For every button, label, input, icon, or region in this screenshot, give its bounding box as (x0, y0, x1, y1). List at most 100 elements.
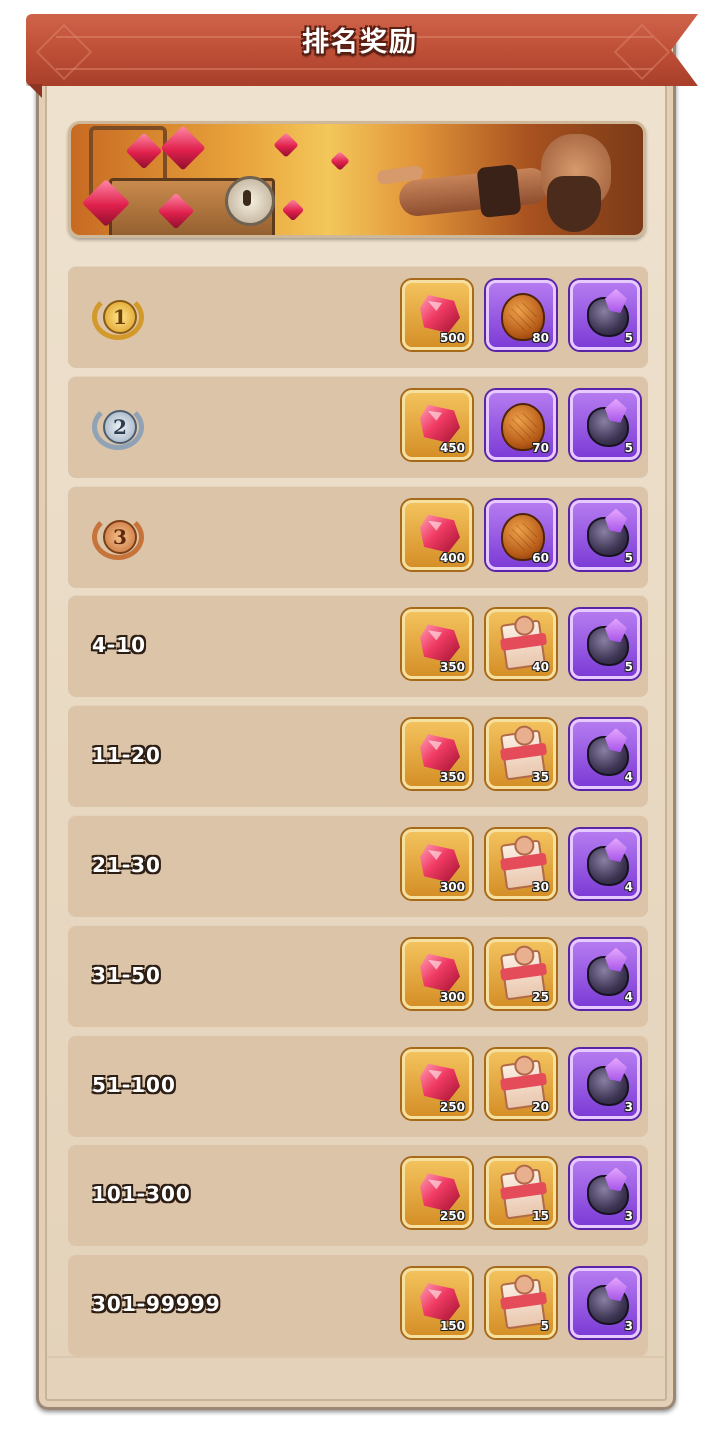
ranking-row: 11-20 350 35 4 (68, 705, 648, 808)
reward-list: 300 30 4 (402, 829, 640, 899)
reward-item[interactable]: 30 (486, 829, 556, 899)
reward-quantity: 70 (532, 440, 549, 455)
reward-quantity: 400 (439, 550, 465, 565)
rank-range-label: 101-300 (92, 1182, 191, 1207)
ruby-icon (420, 1283, 460, 1322)
reward-item[interactable]: 450 (402, 389, 472, 460)
reward-quantity: 25 (532, 989, 549, 1004)
reward-quantity: 5 (624, 550, 633, 565)
reward-item[interactable]: 70 (486, 389, 556, 460)
dark-stone-icon (587, 1285, 629, 1326)
ruby-icon (420, 1173, 460, 1212)
reward-quantity: 450 (439, 440, 465, 455)
ruby-icon (420, 734, 460, 773)
reward-quantity: 15 (532, 1209, 549, 1224)
reward-quantity: 5 (624, 660, 633, 675)
reward-quantity: 5 (624, 331, 633, 345)
reward-item[interactable]: 250 (402, 1158, 472, 1229)
reward-quantity: 3 (624, 1099, 633, 1114)
reward-item[interactable]: 3 (570, 1048, 640, 1119)
ranking-row: 51-100 250 20 3 (68, 1034, 648, 1137)
reward-list: 500 80 5 (402, 280, 640, 350)
reward-item[interactable]: 300 (402, 938, 472, 1009)
ruby-icon (420, 404, 460, 443)
reward-item[interactable]: 5 (570, 389, 640, 460)
rank-range-label: 21-30 (92, 853, 161, 877)
reward-item[interactable]: 3 (570, 1268, 640, 1339)
reward-quantity: 40 (532, 660, 549, 675)
reward-quantity: 250 (439, 1099, 465, 1114)
page-title: 排名奖励 (302, 27, 418, 58)
reward-item[interactable]: 15 (486, 1158, 556, 1229)
reward-item[interactable]: 20 (486, 1048, 556, 1119)
reward-item[interactable]: 400 (402, 499, 472, 570)
reward-item[interactable]: 500 (402, 280, 472, 350)
reward-item[interactable]: 350 (402, 609, 472, 680)
reward-list: 150 5 3 (402, 1268, 640, 1339)
reward-list: 350 35 4 (402, 719, 640, 790)
reward-quantity: 350 (439, 770, 465, 785)
panel-bottom-trim (46, 1356, 666, 1398)
ranking-row: 2 450 70 5 (68, 375, 648, 478)
reward-quantity: 500 (439, 331, 465, 345)
reward-item[interactable]: 5 (570, 280, 640, 350)
dark-stone-icon (587, 846, 629, 886)
reward-item[interactable]: 4 (570, 938, 640, 1009)
ranking-row: 4-10 350 40 5 (68, 595, 648, 698)
reward-item[interactable]: 35 (486, 719, 556, 790)
silver-medal-icon: 2 (92, 403, 144, 452)
ranking-row: 21-30 300 30 4 (68, 815, 648, 917)
reward-quantity: 250 (439, 1209, 465, 1224)
ruby-icon (281, 198, 305, 222)
bronze-medal-icon: 3 (92, 513, 144, 562)
reward-item[interactable]: 150 (402, 1268, 472, 1339)
reward-item[interactable]: 4 (570, 719, 640, 790)
ruby-icon (420, 953, 460, 992)
ruby-icon (420, 1063, 460, 1102)
ruby-icon (273, 132, 299, 158)
puzzle-scroll-icon (499, 1278, 547, 1330)
reward-item[interactable]: 5 (570, 499, 640, 570)
ruby-icon (330, 151, 350, 171)
reward-item[interactable]: 5 (570, 609, 640, 680)
reward-quantity: 4 (624, 880, 633, 894)
reward-item[interactable]: 40 (486, 609, 556, 680)
reward-quantity: 4 (624, 989, 633, 1004)
reward-item[interactable]: 3 (570, 1158, 640, 1229)
reward-item[interactable]: 300 (402, 829, 472, 899)
reward-item[interactable]: 4 (570, 829, 640, 899)
reward-quantity: 5 (624, 440, 633, 455)
ruby-icon (420, 624, 460, 663)
reward-quantity: 60 (532, 550, 549, 565)
reward-quantity: 5 (540, 1319, 549, 1334)
rank-range-label: 301-99999 (92, 1292, 221, 1317)
rank-range-label: 11-20 (92, 743, 161, 768)
dark-stone-icon (587, 955, 629, 996)
reward-item[interactable]: 350 (402, 719, 472, 790)
reward-item[interactable]: 25 (486, 938, 556, 1009)
reward-item[interactable]: 60 (486, 499, 556, 570)
reward-list: 400 60 5 (402, 499, 640, 570)
reward-list: 300 25 4 (402, 938, 640, 1009)
ranking-row: 101-300 250 15 3 (68, 1144, 648, 1247)
dark-stone-icon (587, 736, 629, 777)
barbarian-character (376, 132, 629, 235)
ranking-row: 31-50 300 25 4 (68, 924, 648, 1027)
dark-stone-icon (587, 406, 629, 447)
dark-stone-icon (587, 1065, 629, 1106)
reward-quantity: 35 (532, 770, 549, 785)
dark-stone-icon (587, 1175, 629, 1216)
reward-quantity: 30 (532, 880, 549, 894)
reward-quantity: 3 (624, 1209, 633, 1224)
rewards-banner (68, 121, 646, 238)
ribbon-fold (28, 84, 42, 98)
reward-item[interactable]: 80 (486, 280, 556, 350)
reward-item[interactable]: 250 (402, 1048, 472, 1119)
reward-list: 450 70 5 (402, 389, 640, 460)
ruby-icon (420, 514, 460, 553)
reward-quantity: 3 (624, 1319, 633, 1334)
rank-range-label: 4-10 (92, 633, 147, 658)
ranking-row: 1 500 80 5 (68, 266, 648, 368)
reward-item[interactable]: 5 (486, 1268, 556, 1339)
reward-quantity: 300 (439, 989, 465, 1004)
